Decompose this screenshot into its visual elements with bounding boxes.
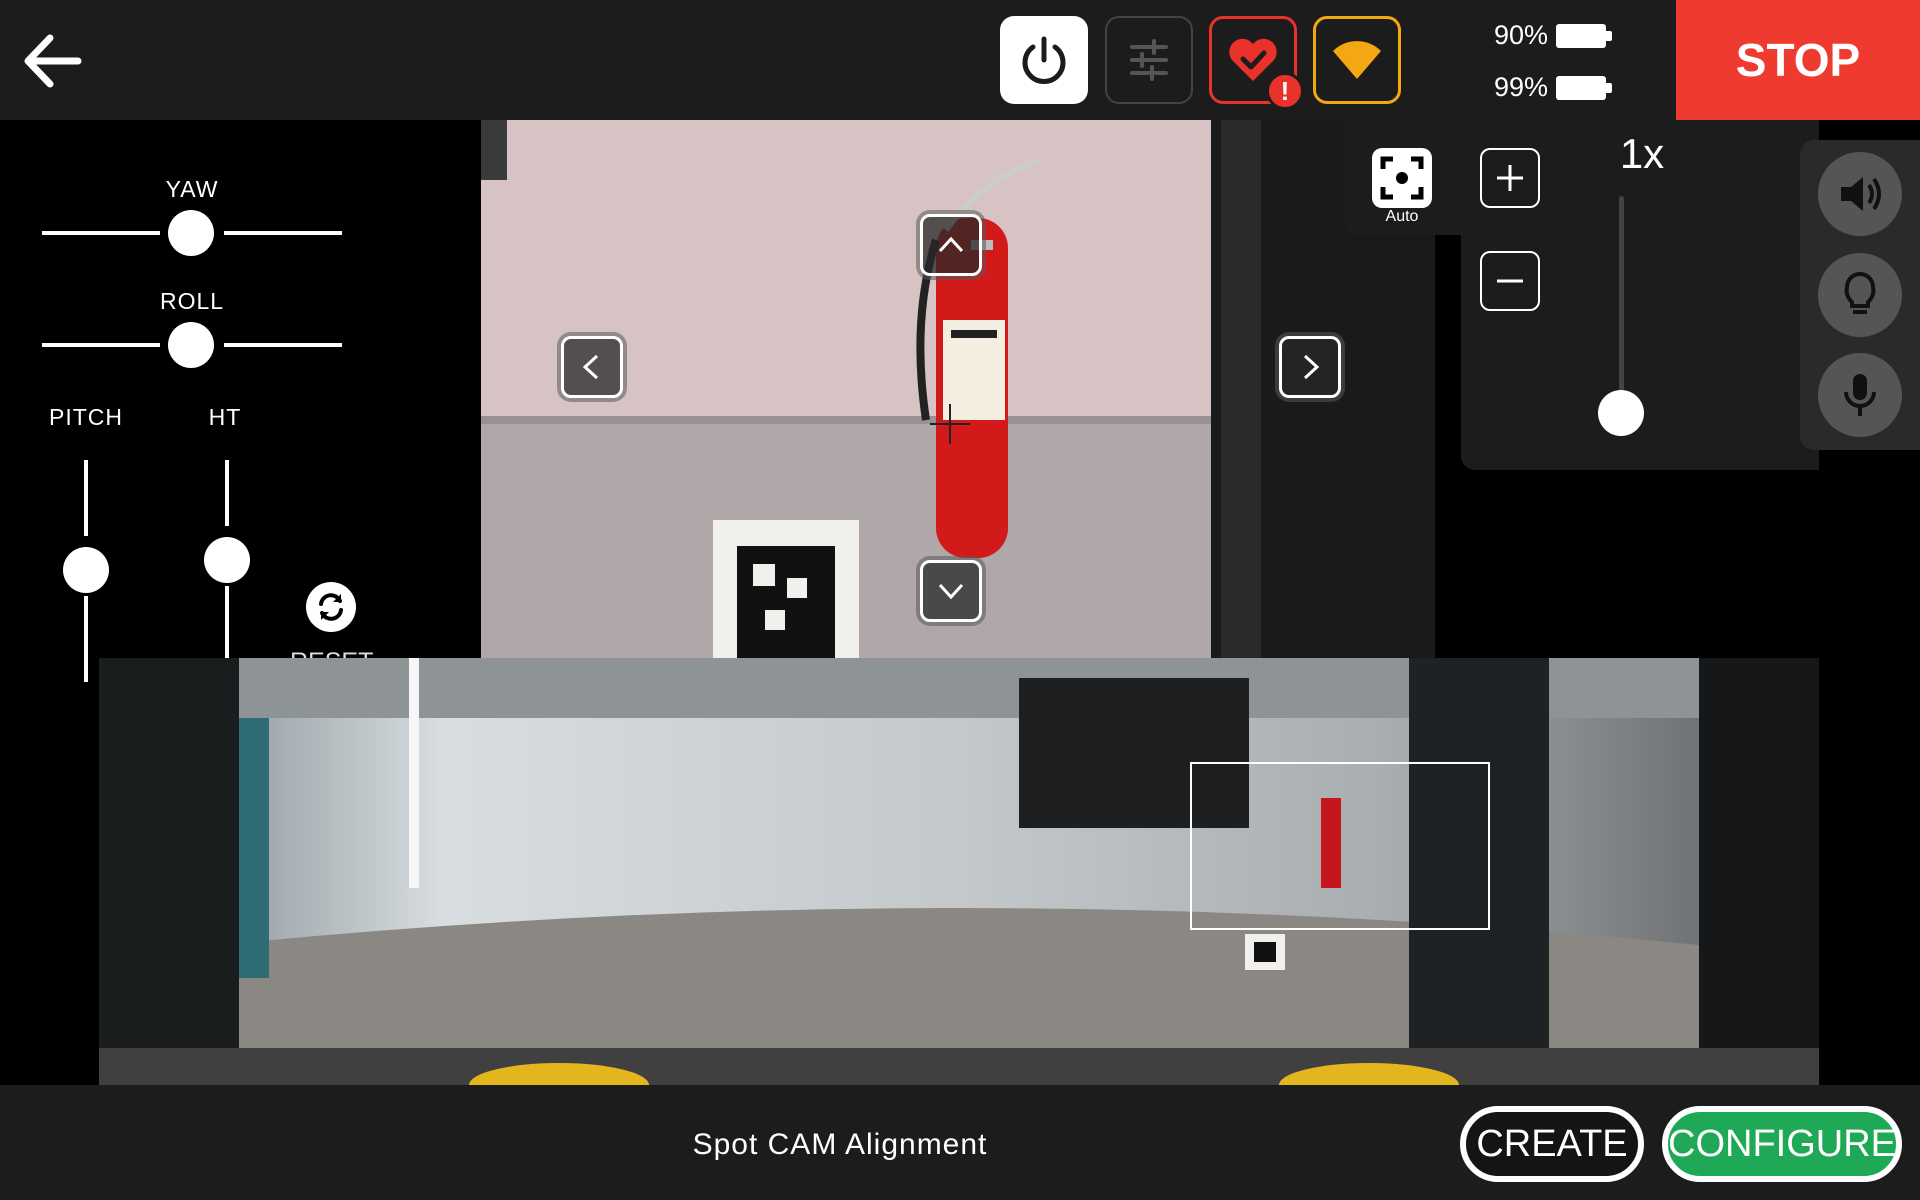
auto-focus-button[interactable] <box>1372 148 1432 208</box>
wifi-icon <box>1333 41 1381 79</box>
yaw-track-right <box>224 231 342 235</box>
reset-button[interactable] <box>306 582 356 632</box>
zoom-out-button[interactable] <box>1480 251 1540 311</box>
crosshair-icon <box>930 404 970 444</box>
power-icon <box>1022 36 1066 84</box>
pitch-track-bottom <box>84 596 88 682</box>
minus-icon <box>1497 279 1523 283</box>
settings-button[interactable] <box>1105 16 1193 104</box>
chevron-left-icon <box>582 354 599 380</box>
battery-tip <box>1606 83 1612 93</box>
battery-icon <box>1556 24 1606 48</box>
yaw-slider-knob[interactable] <box>168 210 214 256</box>
back-button[interactable] <box>18 26 88 96</box>
battery-1-text: 90% <box>1493 20 1548 50</box>
yaw-label: YAW <box>165 176 219 202</box>
zoom-slider-track[interactable] <box>1619 196 1624 396</box>
top-bar <box>0 0 1920 120</box>
zoom-in-button[interactable] <box>1480 148 1540 208</box>
pan-left-button[interactable] <box>561 336 623 398</box>
mission-name: Spot CAM Alignment <box>692 1128 988 1161</box>
microphone-icon <box>1844 374 1876 416</box>
ht-label: HT <box>208 404 242 430</box>
auto-label: Auto <box>1385 208 1419 225</box>
roll-track-left <box>42 343 160 347</box>
lightbulb-icon <box>1844 272 1876 314</box>
pitch-slider-knob[interactable] <box>63 547 109 593</box>
reset-icon <box>319 593 343 621</box>
chevron-up-icon <box>938 236 964 253</box>
pitch-track-top <box>84 460 88 536</box>
yaw-track-left <box>42 231 160 235</box>
pitch-label: PITCH <box>49 404 123 430</box>
battery-icon <box>1556 76 1606 100</box>
tilt-down-button[interactable] <box>920 560 982 622</box>
chevron-right-icon <box>1303 354 1320 380</box>
chevron-down-icon <box>938 583 964 600</box>
roll-slider-knob[interactable] <box>168 322 214 368</box>
health-alert-badge: ! <box>1266 72 1304 110</box>
stop-button[interactable]: STOP <box>1676 0 1920 120</box>
back-arrow-icon <box>24 34 82 88</box>
ptz-view-indicator <box>1190 762 1490 930</box>
zoom-level-text: 1x <box>1619 130 1665 177</box>
plus-icon <box>1497 165 1523 191</box>
battery-tip <box>1606 31 1612 41</box>
focus-auto-icon <box>1380 156 1424 200</box>
roll-track-right <box>224 343 342 347</box>
pan-right-button[interactable] <box>1279 336 1341 398</box>
ht-track-top <box>225 460 229 526</box>
light-button[interactable] <box>1818 253 1902 337</box>
panorama-scene <box>99 658 1819 1085</box>
create-button[interactable]: CREATE <box>1460 1106 1644 1182</box>
roll-label: ROLL <box>159 288 225 314</box>
sliders-icon <box>1130 39 1168 81</box>
ht-slider-knob[interactable] <box>204 537 250 583</box>
speaker-button[interactable] <box>1818 152 1902 236</box>
configure-button[interactable]: CONFIGURE <box>1662 1106 1902 1182</box>
zoom-slider-knob[interactable] <box>1598 390 1644 436</box>
wifi-button[interactable] <box>1313 16 1401 104</box>
power-button[interactable] <box>1000 16 1088 104</box>
panoramic-camera-view[interactable] <box>99 658 1819 1085</box>
tilt-up-button[interactable] <box>920 214 982 276</box>
speaker-icon <box>1841 177 1881 211</box>
microphone-button[interactable] <box>1818 353 1902 437</box>
battery-2-text: 99% <box>1493 72 1548 102</box>
